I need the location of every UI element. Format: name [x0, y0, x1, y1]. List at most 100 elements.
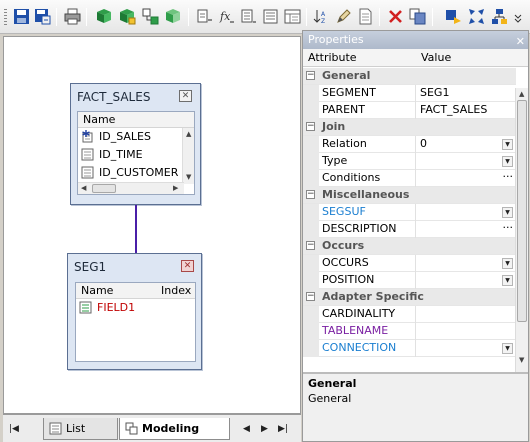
close-icon[interactable]: ✕: [181, 260, 194, 272]
property-row-segment[interactable]: SEGMENT SEG1: [303, 85, 516, 102]
property-row-description[interactable]: DESCRIPTION ···: [303, 221, 516, 238]
category-occurs[interactable]: − Occurs: [303, 238, 516, 255]
category-miscellaneous[interactable]: − Miscellaneous: [303, 187, 516, 204]
property-row-relation[interactable]: Relation 0 ▼: [303, 136, 516, 153]
property-value[interactable]: [418, 204, 498, 221]
save-as-icon[interactable]: [34, 8, 51, 25]
field-list-vscrollbar[interactable]: ▲ ▼: [182, 128, 194, 184]
scroll-up-icon[interactable]: ▲: [519, 90, 524, 98]
scroll-down-icon[interactable]: ▼: [186, 173, 191, 181]
scroll-right-icon[interactable]: ▶: [173, 184, 178, 192]
scroll-left-icon[interactable]: ◀: [81, 184, 86, 192]
property-row-cardinality[interactable]: CARDINALITY: [303, 306, 516, 323]
modeling-canvas[interactable]: FACT_SALES ✕ Name ID_SALES ID_TIME ID_CU…: [3, 36, 301, 414]
scroll-up-icon[interactable]: ▲: [186, 130, 191, 138]
copy-icon[interactable]: [409, 8, 426, 25]
property-value[interactable]: SEG1: [418, 85, 498, 102]
category-adapter-specific[interactable]: − Adapter Specific: [303, 289, 516, 306]
collapse-icon[interactable]: −: [306, 190, 315, 199]
add-segment-icon[interactable]: [96, 8, 113, 25]
toolbar-overflow-icon[interactable]: [513, 8, 523, 25]
print-icon[interactable]: [64, 8, 81, 25]
dropdown-arrow-icon[interactable]: ▼: [502, 156, 513, 167]
property-name: PARENT: [321, 102, 416, 119]
property-value[interactable]: FACT_SALES: [418, 102, 498, 119]
previous-tab-icon[interactable]: ◀: [243, 424, 250, 434]
edit-icon[interactable]: [335, 8, 352, 25]
category-label: Adapter Specific: [322, 290, 424, 303]
expand-icon[interactable]: [468, 8, 485, 25]
ellipsis-button[interactable]: ···: [503, 221, 514, 235]
document-icon[interactable]: [357, 8, 374, 25]
property-value[interactable]: [418, 221, 498, 238]
property-name: SEGMENT: [321, 85, 416, 102]
tab-list-view[interactable]: List View: [43, 418, 118, 440]
field-row[interactable]: ID_TIME: [78, 146, 194, 164]
scroll-thumb[interactable]: [92, 184, 116, 193]
dropdown-arrow-icon[interactable]: ▼: [502, 258, 513, 269]
collapse-icon[interactable]: −: [306, 292, 315, 301]
diagram-icon[interactable]: [491, 8, 508, 25]
insert-group-icon[interactable]: [240, 8, 257, 25]
insert-table-icon[interactable]: [284, 8, 301, 25]
last-tab-icon[interactable]: ▶|: [278, 424, 288, 434]
collapse-icon[interactable]: −: [306, 71, 315, 80]
dropdown-arrow-icon[interactable]: ▼: [502, 207, 513, 218]
dropdown-arrow-icon[interactable]: ▼: [502, 139, 513, 150]
property-value[interactable]: [418, 255, 498, 272]
scroll-down-icon[interactable]: ▼: [519, 356, 524, 364]
properties-vscrollbar[interactable]: ▲ ▼: [515, 88, 528, 394]
collapse-icon[interactable]: −: [306, 241, 315, 250]
scroll-thumb[interactable]: [517, 100, 527, 322]
property-value[interactable]: [418, 340, 498, 357]
first-tab-icon[interactable]: |◀: [9, 424, 19, 434]
property-row-parent[interactable]: PARENT FACT_SALES: [303, 102, 516, 119]
dropdown-arrow-icon[interactable]: ▼: [502, 343, 513, 354]
property-row-tablename[interactable]: TABLENAME: [303, 323, 516, 340]
segment-field-list[interactable]: Name Index FIELD1: [75, 282, 196, 362]
segment-seg1[interactable]: SEG1 ✕ Name Index FIELD1: [67, 253, 202, 370]
field-row[interactable]: ID_CUSTOMER: [78, 164, 194, 179]
category-general[interactable]: − General: [303, 68, 516, 85]
category-join[interactable]: − Join: [303, 119, 516, 136]
field-name: ID_SALES: [99, 130, 151, 143]
ellipsis-button[interactable]: ···: [503, 170, 514, 184]
delete-icon[interactable]: [387, 8, 404, 25]
field-name: ID_CUSTOMER: [99, 166, 179, 179]
property-row-conditions[interactable]: Conditions ···: [303, 170, 516, 187]
property-row-occurs[interactable]: OCCURS ▼: [303, 255, 516, 272]
field-row[interactable]: FIELD1: [76, 299, 195, 317]
property-value[interactable]: [418, 306, 498, 323]
tab-modeling-view[interactable]: Modeling View: [119, 418, 230, 440]
property-value[interactable]: [418, 323, 498, 340]
property-value[interactable]: 0: [418, 136, 498, 153]
property-name: TABLENAME: [321, 323, 416, 340]
next-tab-icon[interactable]: ▶: [261, 424, 268, 434]
property-row-position[interactable]: POSITION ▼: [303, 272, 516, 289]
add-child-segment-icon[interactable]: [119, 8, 136, 25]
add-cube-icon[interactable]: [165, 8, 182, 25]
category-label: Occurs: [322, 239, 365, 252]
property-value[interactable]: [418, 170, 498, 187]
add-reference-icon[interactable]: [142, 8, 159, 25]
insert-expression-icon[interactable]: fx: [218, 8, 235, 25]
collapse-icon[interactable]: −: [306, 122, 315, 131]
insert-list-icon[interactable]: [262, 8, 279, 25]
insert-field-icon[interactable]: [196, 8, 213, 25]
field-row[interactable]: ID_SALES: [78, 128, 194, 146]
property-value[interactable]: [418, 153, 498, 170]
close-icon[interactable]: ✕: [179, 90, 192, 102]
property-row-type[interactable]: Type ▼: [303, 153, 516, 170]
dropdown-arrow-icon[interactable]: ▼: [502, 275, 513, 286]
segment-fact-sales[interactable]: FACT_SALES ✕ Name ID_SALES ID_TIME ID_CU…: [70, 83, 201, 205]
sort-icon[interactable]: AZ: [313, 8, 330, 25]
property-value[interactable]: [418, 272, 498, 289]
property-grid[interactable]: − General SEGMENT SEG1 PARENT FACT_SALES…: [303, 68, 516, 394]
save-icon[interactable]: [13, 8, 30, 25]
property-row-segsuf[interactable]: SEGSUF ▼: [303, 204, 516, 221]
toolbar-grip[interactable]: [4, 9, 7, 25]
property-row-connection[interactable]: CONNECTION ▼: [303, 340, 516, 357]
field-list-hscrollbar[interactable]: ◀ ▶: [78, 182, 184, 194]
sync-icon[interactable]: [445, 8, 462, 25]
segment-field-list[interactable]: Name ID_SALES ID_TIME ID_CUSTOMER ▲ ▼ ◀ …: [77, 111, 195, 195]
